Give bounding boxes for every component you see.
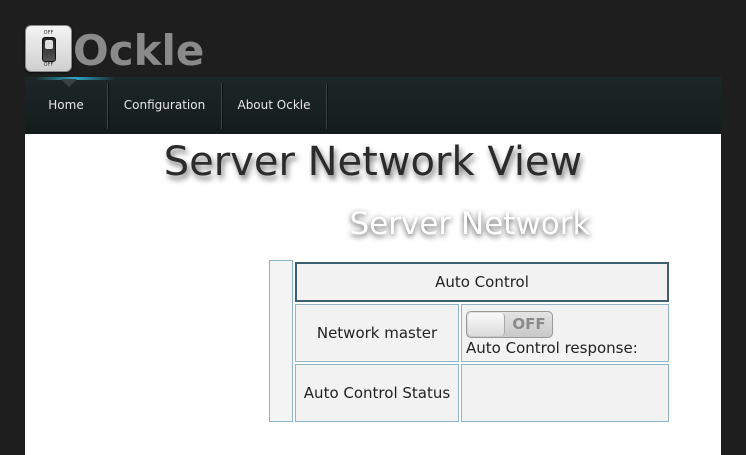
table-side-column <box>269 260 293 422</box>
network-master-switch-cell: OFF Auto Control response: <box>461 304 669 362</box>
app-logo: OFF OFF <box>25 25 72 72</box>
network-master-toggle[interactable]: OFF <box>466 311 553 338</box>
content-panel: Server Network View Server Network Auto … <box>25 134 721 455</box>
nav-divider <box>326 83 327 129</box>
toggle-knob <box>468 313 505 336</box>
toggle-switch-icon <box>42 37 56 62</box>
nav-item-home[interactable]: Home <box>25 77 107 129</box>
auto-control-status-value <box>461 364 669 422</box>
page-title: Server Network View <box>163 139 583 185</box>
brand-name: Ockle <box>73 26 205 75</box>
logo-bottom-label: OFF <box>43 62 54 68</box>
logo-top-label: OFF <box>43 30 54 36</box>
network-master-switch-label: Network master switch <box>295 304 459 398</box>
table-header: Auto Control <box>295 262 669 302</box>
section-title: Server Network <box>349 206 591 242</box>
toggle-state-label: OFF <box>512 315 546 333</box>
main-nav: Home Configuration About Ockle <box>25 77 721 134</box>
auto-control-response-label: Auto Control response: <box>466 339 638 357</box>
nav-item-about[interactable]: About Ockle <box>222 77 326 129</box>
auto-control-status-label: Auto Control Status <box>295 364 459 422</box>
nav-item-configuration[interactable]: Configuration <box>108 77 221 129</box>
